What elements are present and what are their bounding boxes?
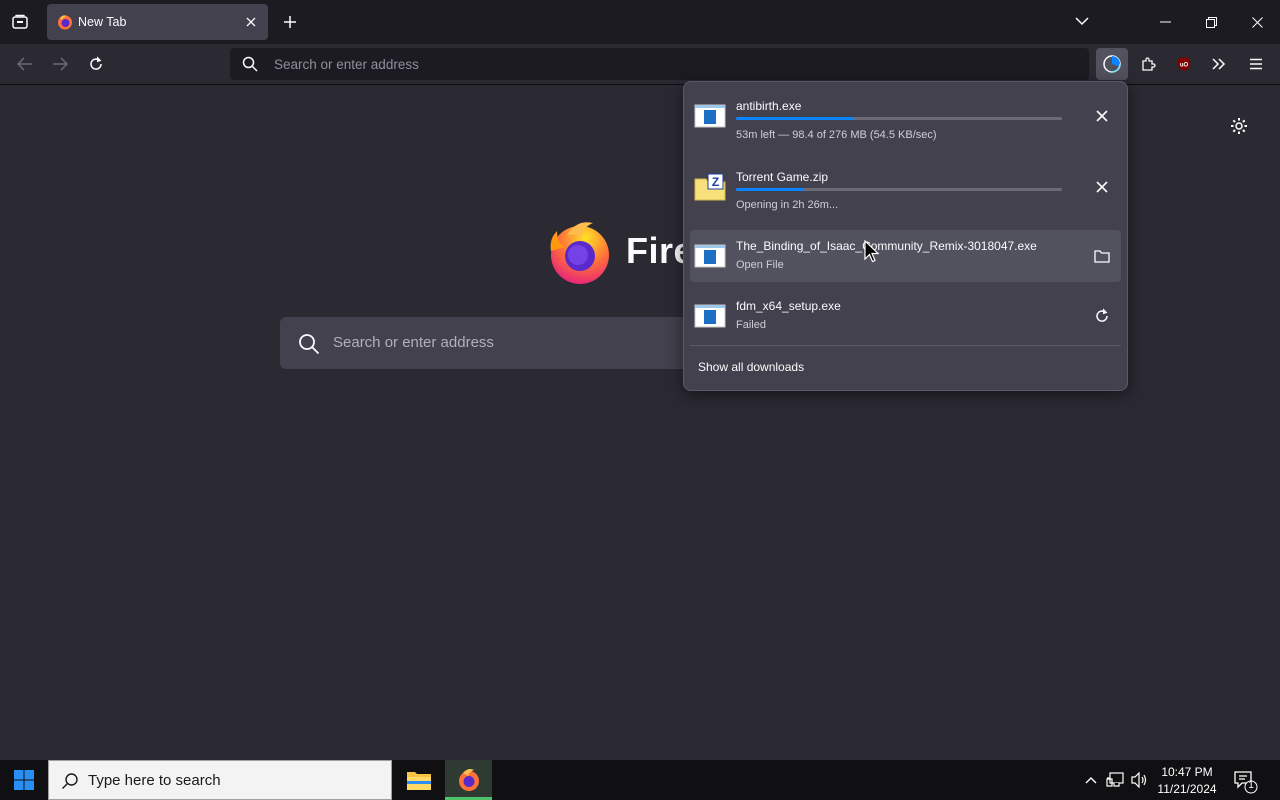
search-icon [242,56,258,72]
taskbar-search-box[interactable]: Type here to search [48,760,392,800]
download-status: Open File [736,259,784,271]
taskbar-search-placeholder: Type here to search [88,772,221,789]
back-button[interactable] [10,50,40,78]
plus-icon [284,16,296,28]
reload-button[interactable] [81,50,111,78]
firefox-view-button[interactable] [6,8,34,36]
network-icon [1106,772,1124,787]
hamburger-menu-icon [1250,58,1262,70]
windows-logo-icon [14,770,34,790]
firefox-icon [458,769,479,791]
newtab-search-placeholder: Search or enter address [333,334,494,351]
address-input[interactable] [274,52,1074,76]
download-progress-bar [736,117,1062,120]
download-filename: Torrent Game.zip [736,170,829,184]
downloads-panel: antibirth.exe 53m left — 98.4 of 276 MB … [683,81,1128,391]
download-filename: The_Binding_of_Isaac_Community_Remix-301… [736,239,1037,253]
tab-strip: New Tab [0,0,1280,44]
tab-title: New Tab [78,15,127,29]
download-progress-fill [736,117,854,120]
download-item-torrent-game[interactable]: Z Torrent Game.zip Opening in 2h 26m... [690,161,1121,213]
extensions-button[interactable] [1133,50,1163,78]
volume-tray-button[interactable] [1129,770,1149,790]
restore-icon [1205,16,1217,28]
download-status: Failed [736,319,766,331]
new-tab-button[interactable] [279,10,301,34]
arrow-left-icon [17,57,32,71]
network-tray-button[interactable] [1105,770,1125,790]
downloads-button[interactable] [1096,48,1128,80]
file-explorer-icon [407,772,431,790]
navigation-toolbar: uO [0,44,1280,85]
close-icon [1096,181,1108,193]
minimize-icon [1159,21,1171,23]
show-in-folder-button[interactable] [1089,243,1115,269]
svg-text:uO: uO [1180,63,1189,69]
firefox-favicon-icon [57,14,73,30]
firefox-taskbar-button[interactable] [445,760,492,800]
start-button[interactable] [0,760,48,800]
gear-icon [1231,118,1247,134]
notification-count: 1 [1248,780,1254,791]
taskbar-clock[interactable]: 10:47 PM 11/21/2024 [1152,764,1222,798]
folder-icon [1094,250,1110,263]
download-status: Opening in 2h 26m... [736,199,839,211]
action-center-button[interactable]: 1 [1232,768,1258,794]
newtab-settings-button[interactable] [1227,114,1251,138]
download-item-antibirth[interactable]: antibirth.exe 53m left — 98.4 of 276 MB … [690,90,1121,142]
firefox-logo [547,217,613,285]
search-icon [298,333,320,355]
clock-time: 10:47 PM [1161,765,1213,779]
clock-date: 11/21/2024 [1157,782,1217,796]
tab-new-tab[interactable]: New Tab [47,4,268,40]
exe-file-icon [694,300,726,332]
download-progress-icon [1103,55,1121,73]
window-minimize-button[interactable] [1144,7,1186,37]
double-chevron-right-icon [1212,58,1226,70]
exe-file-icon [694,240,726,272]
forward-button[interactable] [45,50,75,78]
speaker-icon [1131,772,1147,788]
close-icon [1251,16,1263,28]
notification-icon [1234,771,1258,794]
reload-icon [90,56,102,70]
download-filename: fdm_x64_setup.exe [736,299,841,313]
window-restore-button[interactable] [1190,7,1232,37]
cancel-download-button[interactable] [1089,174,1115,200]
puzzle-icon [1142,57,1156,71]
panel-separator [690,345,1121,346]
cancel-download-button[interactable] [1089,103,1115,129]
search-icon [61,772,79,790]
close-icon [1096,110,1108,122]
mouse-cursor-icon [864,240,880,264]
download-item-binding-of-isaac[interactable]: The_Binding_of_Isaac_Community_Remix-301… [690,230,1121,282]
download-item-fdm-setup[interactable]: fdm_x64_setup.exe Failed [690,290,1121,342]
download-status: 53m left — 98.4 of 276 MB (54.5 KB/sec) [736,129,937,141]
retry-download-button[interactable] [1089,303,1115,329]
zip-file-icon: Z [694,171,726,203]
show-all-downloads-link[interactable]: Show all downloads [698,360,804,374]
close-icon [246,17,256,27]
window-close-button[interactable] [1236,7,1278,37]
file-explorer-taskbar-button[interactable] [396,760,442,800]
more-tools-button[interactable] [1204,50,1234,78]
address-bar[interactable] [230,48,1089,80]
download-filename: antibirth.exe [736,99,802,113]
ublock-shield-icon: uO [1178,57,1190,71]
ublock-origin-button[interactable]: uO [1169,50,1199,78]
show-hidden-icons-button[interactable] [1082,771,1100,789]
svg-text:Z: Z [712,175,719,189]
chevron-up-icon [1085,777,1097,784]
tab-close-button[interactable] [242,13,260,31]
app-menu-button[interactable] [1241,50,1271,78]
firefox-view-icon [12,14,28,29]
chevron-down-icon [1075,16,1089,25]
download-progress-fill [736,188,805,191]
retry-icon [1096,308,1108,322]
windows-taskbar: Type here to search 10:47 PM 11/21/2024 … [0,760,1280,800]
list-all-tabs-button[interactable] [1071,10,1093,32]
download-progress-bar [736,188,1062,191]
exe-file-icon [694,100,726,132]
arrow-right-icon [53,57,68,71]
